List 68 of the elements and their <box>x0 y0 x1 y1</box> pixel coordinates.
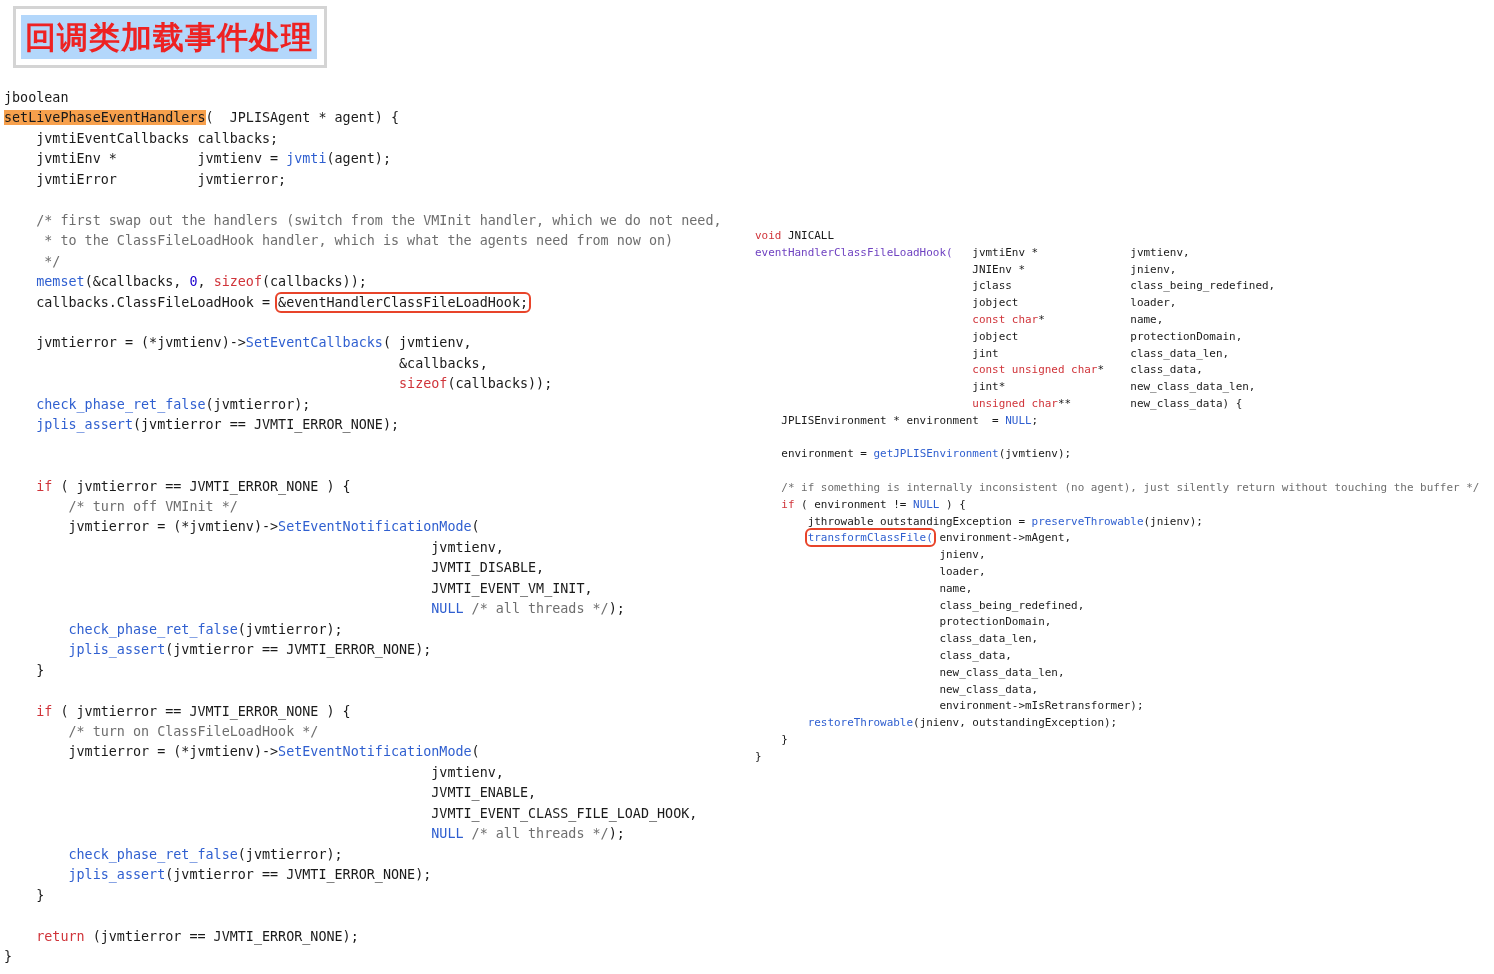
code-line: jnienv, <box>938 547 986 564</box>
code-line: } <box>755 748 762 765</box>
code-line: JNIEnv * jnienv, <box>971 261 1177 278</box>
code-line: NULL /* all threads */); <box>430 600 625 619</box>
code-line: jvmtierror = (*jvmtienv)->SetEventCallbacks( jvmtienv, <box>35 334 472 353</box>
code-line: environment->mIsRetransformer); <box>938 698 1144 715</box>
code-line: JVMTI_DISABLE, <box>430 559 545 578</box>
code-line: jint* new_class_data_len, <box>971 379 1256 396</box>
code-line: JVMTI_ENABLE, <box>430 784 537 803</box>
code-line: if ( environment != NULL ) { <box>780 496 966 513</box>
code-line: check_phase_ret_false(jvmtierror); <box>67 845 343 865</box>
code-line: */ <box>43 252 61 271</box>
code-line: jplis_assert(jvmtierror == JVMTI_ERROR_NONE); <box>67 866 432 885</box>
code-line: jvmtierror = (*jvmtienv)->SetEventNotificationMode( <box>67 743 480 762</box>
code-line: unsigned char** new_class_data) { <box>971 395 1243 412</box>
code-line: * to the ClassFileLoadHook handler, which is what the agents need from now on) <box>43 232 674 251</box>
code-line: check_phase_ret_false(jvmtierror); <box>67 620 343 640</box>
code-line: setLivePhaseEventHandlers( JPLISAgent * agent) { <box>4 109 400 128</box>
code-line: /* turn on ClassFileLoadHook */ <box>67 723 319 741</box>
code-line: callbacks.ClassFileLoadHook = &eventHandlerClassFileLoadHook; <box>4 292 529 313</box>
code-line: JVMTI_EVENT_CLASS_FILE_LOAD_HOOK, <box>430 804 698 824</box>
code-line: eventHandlerClassFileLoadHook( jvmtiEnv * jvmtienv, <box>755 244 1190 261</box>
code-line: name, <box>938 580 973 597</box>
code-line: const unsigned char* class_data, <box>971 362 1203 379</box>
code-line: &callbacks, <box>398 354 488 373</box>
code-line: new_class_data_len, <box>938 664 1065 681</box>
code-line: jplis_assert(jvmtierror == JVMTI_ERROR_NONE); <box>67 641 432 660</box>
code-line: jvmtienv, <box>430 763 504 782</box>
code-line: jboolean <box>4 89 69 107</box>
code-line: jthrowable outstandingException = preserveThrowable(jnienv); <box>806 513 1203 530</box>
code-line: memset(&callbacks, 0, sizeof(callbacks)); <box>35 273 367 292</box>
code-line: environment = getJPLISEnvironment(jvmtienv); <box>780 446 1072 463</box>
code-line: loader, <box>938 563 986 580</box>
code-line: jint class_data_len, <box>971 345 1230 362</box>
code-line: jobject loader, <box>971 295 1177 312</box>
code-line: } <box>780 731 788 748</box>
code-line: if ( jvmtierror == JVMTI_ERROR_NONE ) { <box>35 702 351 722</box>
code-line: jvmtiEnv * jvmtienv = jvmti(agent); <box>35 150 391 169</box>
code-line: jplis_assert(jvmtierror == JVMTI_ERROR_NONE); <box>35 416 400 435</box>
code-line: new_class_data, <box>938 681 1039 698</box>
code-line: jvmtiError jvmtierror; <box>35 170 287 189</box>
code-line: } <box>35 886 45 905</box>
page-title: 回调类加载事件处理 <box>21 15 317 59</box>
code-line: jvmtierror = (*jvmtienv)->SetEventNotificationMode( <box>67 518 480 537</box>
code-line: jvmtiEventCallbacks callbacks; <box>35 129 279 148</box>
code-line: /* turn off VMInit */ <box>67 498 238 516</box>
code-line: } <box>4 947 13 966</box>
code-line: return (jvmtierror == JVMTI_ERROR_NONE); <box>35 927 359 947</box>
code-line: jclass class_being_redefined, <box>971 278 1276 295</box>
code-line: JPLISEnvironment * environment = NULL; <box>780 412 1039 429</box>
code-line: void JNICALL <box>755 228 835 244</box>
code-line: class_data, <box>938 647 1012 664</box>
code-line: check_phase_ret_false(jvmtierror); <box>35 395 311 415</box>
code-line: const char* name, <box>971 312 1164 328</box>
code-line: NULL /* all threads */); <box>430 825 625 844</box>
code-line: /* first swap out the handlers (switch from the VMInit handler, which we do not need, <box>35 211 722 230</box>
code-line: if ( jvmtierror == JVMTI_ERROR_NONE ) { <box>35 477 351 497</box>
code-line: /* if something is internally inconsistent (no agent), just silently return without touching the buffer */ <box>780 479 1480 496</box>
code-line: jvmtienv, <box>430 538 504 557</box>
code-line: restoreThrowable(jnienv, outstandingException); <box>806 715 1118 732</box>
code-line: transformClassFile( environment->mAgent, <box>755 530 1072 548</box>
code-line: JVMTI_EVENT_VM_INIT, <box>430 579 593 599</box>
code-line: class_being_redefined, <box>938 597 1085 614</box>
code-line: jobject protectionDomain, <box>971 328 1243 345</box>
code-line: protectionDomain, <box>938 614 1052 631</box>
code-line: class_data_len, <box>938 631 1039 648</box>
code-line: } <box>35 661 45 680</box>
code-line: sizeof(callbacks)); <box>398 375 553 394</box>
